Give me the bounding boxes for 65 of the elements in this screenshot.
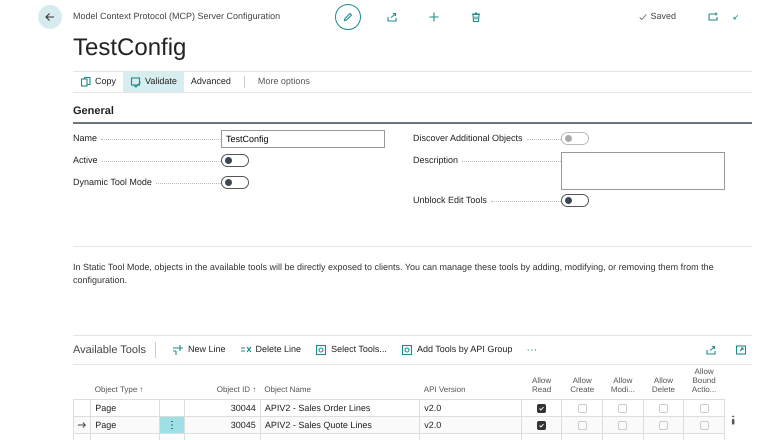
action-tab[interactable]: More options: [250, 72, 317, 92]
table-cell: Page: [95, 402, 116, 412]
column-header[interactable]: Allow Read: [525, 376, 558, 394]
checkbox[interactable]: [537, 404, 546, 413]
toolbar-button[interactable]: Add Tools by API Group: [394, 343, 518, 357]
saved-status: Saved: [650, 10, 676, 24]
table-cell: 30044: [230, 402, 256, 412]
column-header[interactable]: Object Name: [264, 385, 416, 394]
toggle-switch[interactable]: [561, 194, 589, 206]
toolbar-button[interactable]: Select Tools...: [309, 343, 393, 357]
toggle-switch[interactable]: [221, 176, 249, 188]
trash-icon: [470, 11, 482, 23]
table-cell: 30045: [230, 420, 256, 430]
field-label: Active: [73, 154, 98, 167]
more-button[interactable]: ···: [520, 342, 544, 358]
field-label: Unblock Edit Tools: [413, 194, 487, 207]
back-button[interactable]: [38, 5, 62, 29]
record-title: TestConfig: [73, 34, 188, 62]
expand-icon: [735, 344, 747, 356]
edit-button[interactable]: [335, 4, 361, 30]
share-icon: [386, 11, 398, 23]
validate-icon: [130, 76, 142, 88]
field-label: Name: [73, 132, 98, 145]
action-tab[interactable]: Advanced: [184, 72, 238, 92]
toolbar-button[interactable]: Delete Line: [234, 343, 308, 357]
row-arrow-icon: [77, 420, 87, 430]
window-icon: [707, 11, 719, 23]
new-line-icon: [172, 344, 184, 356]
pencil-icon: [342, 11, 354, 23]
section-heading: Available Tools: [73, 342, 156, 358]
column-header[interactable]: Allow Delete: [647, 376, 680, 394]
column-header[interactable]: Allow Create: [566, 376, 599, 394]
share-icon: [705, 344, 717, 356]
toolbar-button[interactable]: New Line: [166, 343, 232, 357]
checkbox[interactable]: [537, 420, 546, 430]
row-selector[interactable]: [74, 416, 91, 434]
toggle-switch[interactable]: [221, 154, 249, 166]
name-field[interactable]: TestConfig: [221, 130, 385, 148]
column-header[interactable]: Allow Modi...: [606, 376, 640, 394]
table-cell: Page: [95, 420, 116, 430]
select-tools-icon: [400, 344, 413, 356]
collapse-arrow-icon: [730, 12, 740, 22]
description-field[interactable]: [560, 152, 725, 190]
action-tab[interactable]: Validate: [123, 72, 184, 92]
back-arrow-icon: [44, 11, 56, 23]
select-tools-icon: [315, 344, 328, 356]
action-tab[interactable]: Copy: [73, 72, 124, 92]
row-menu-button[interactable]: ⋮: [160, 417, 184, 433]
column-header[interactable]: Object ID ↑: [188, 385, 256, 394]
table-cell: v2.0: [424, 402, 442, 412]
check-icon: [638, 12, 648, 22]
table-cell: APIV2 - Sales Order Lines: [264, 402, 370, 412]
plus-icon: [428, 11, 440, 23]
field-label: Dynamic Tool Mode: [73, 176, 152, 189]
section-heading: General: [73, 103, 752, 124]
column-header[interactable]: Object Type ↑: [94, 385, 156, 394]
page-breadcrumb: Model Context Protocol (MCP) Server Configuration: [73, 10, 282, 24]
field-label: Description: [413, 154, 458, 167]
column-header[interactable]: Allow Bound Actio...: [688, 367, 720, 394]
column-header[interactable]: API Version: [424, 385, 518, 394]
table-cell: APIV2 - Sales Quote Lines: [264, 420, 372, 430]
info-text: In Static Tool Mode, objects in the available tools will be directly exposed to clients. You can manage these tools by adding, modifying, or removing them from the configuration.: [73, 260, 715, 286]
copy-icon: [80, 76, 92, 88]
field-label: Discover Additional Objects: [413, 132, 523, 145]
table-cell: v2.0: [424, 420, 442, 430]
